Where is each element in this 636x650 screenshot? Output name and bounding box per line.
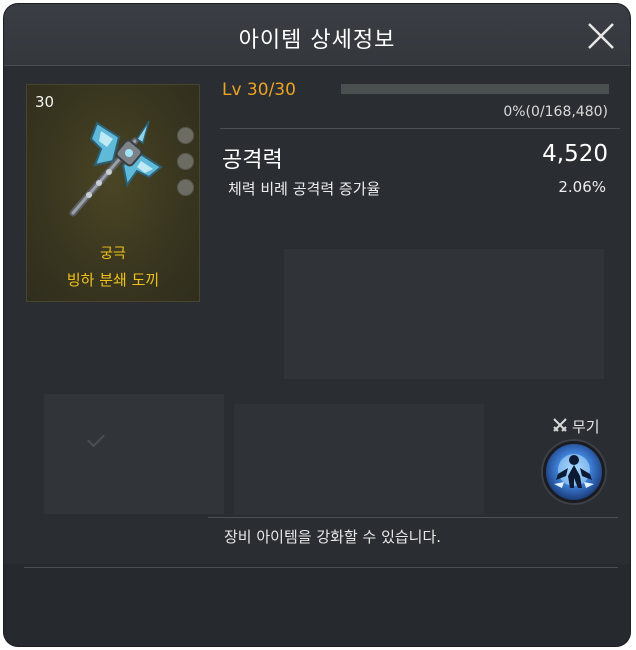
panel-header: 아이템 상세정보: [4, 4, 630, 66]
stat-attack-value: 4,520: [542, 141, 608, 167]
weapon-label: 무기: [572, 418, 600, 436]
item-grade: 궁극: [100, 246, 126, 262]
bottom-divider: [24, 567, 618, 568]
stats-divider: [220, 128, 620, 129]
slot-dot: [177, 127, 194, 144]
item-detail-panel: 아이템 상세정보 30 궁극 빙하 분쇄 도끼 Lv 30/30 0%(0/16…: [4, 4, 630, 646]
panel-title: 아이템 상세정보: [238, 28, 396, 53]
info-divider: [208, 517, 618, 518]
weapon-tag: 무기: [552, 416, 600, 437]
info-message: 장비 아이템을 강화할 수 있습니다.: [224, 528, 442, 546]
close-icon[interactable]: [586, 21, 616, 51]
slot-dot: [177, 153, 194, 170]
character-skill-icon[interactable]: [543, 441, 605, 503]
axe-weapon-icon: [57, 115, 167, 225]
stat-hp-ratio-name: 체력 비례 공격력 증가율: [228, 180, 381, 198]
item-level: 30: [35, 93, 55, 111]
exp-text: 0%(0/168,480): [503, 104, 608, 120]
slot-dot: [177, 179, 194, 196]
item-card[interactable]: 30 궁극 빙하 분쇄 도끼: [26, 84, 200, 302]
item-name: 빙하 분쇄 도끼: [66, 271, 160, 289]
level-label: Lv 30/30: [222, 80, 296, 100]
exp-progress-bar: [341, 84, 609, 94]
stat-attack-name: 공격력: [222, 148, 283, 173]
stat-hp-ratio-value: 2.06%: [558, 178, 606, 196]
crossed-swords-icon: [552, 417, 568, 437]
